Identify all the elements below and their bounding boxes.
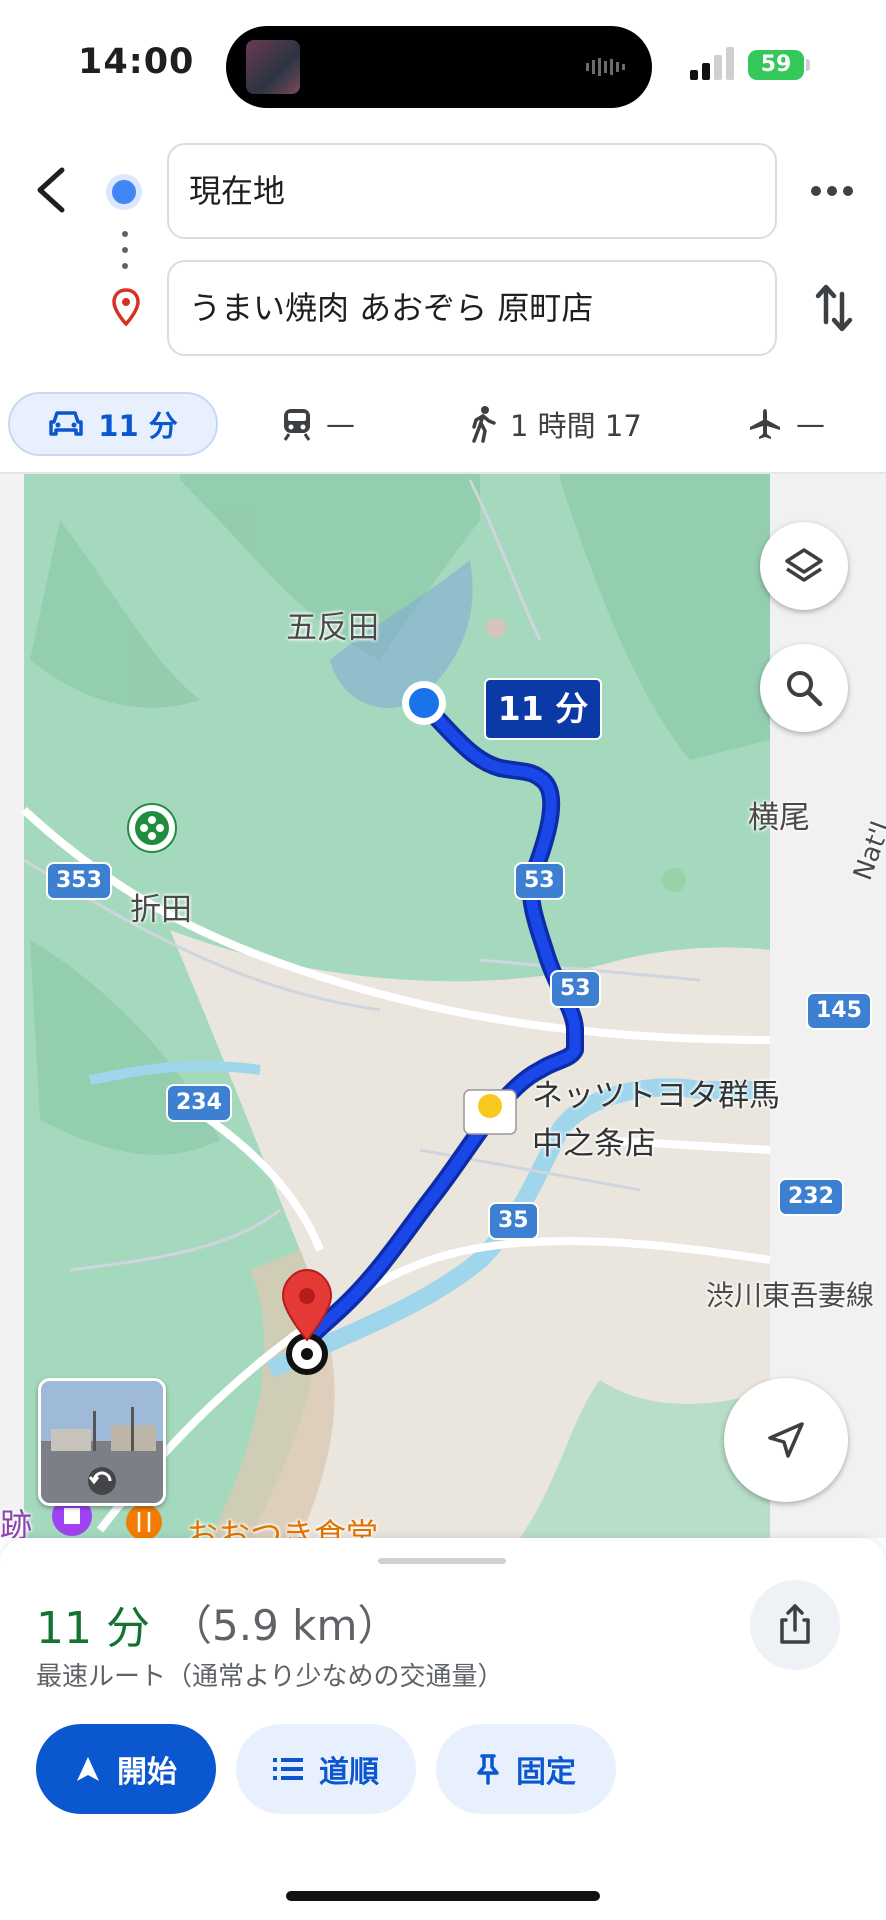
route-distance: （5.9 km） (170, 1601, 400, 1650)
origin-location-icon (112, 180, 136, 204)
place-gotanda[interactable]: 五反田 (286, 602, 379, 647)
airplane-icon (750, 409, 780, 439)
dynamic-island[interactable] (226, 26, 652, 108)
walking-time: 1 時間 17 (510, 409, 642, 443)
directions-steps-button[interactable]: 道順 (236, 1724, 416, 1814)
destination-input[interactable]: うまい焼肉 あおぞら 原町店 (167, 260, 777, 356)
layers-icon (785, 548, 823, 582)
tab-driving[interactable]: 11 分 (8, 392, 218, 456)
back-arrow-icon[interactable] (28, 160, 72, 220)
start-navigation-button[interactable]: 開始 (36, 1724, 216, 1814)
restaurant-otsuki[interactable]: おおつき食堂 (186, 1510, 378, 1538)
navigation-icon (77, 1757, 99, 1781)
route-shield-232: 232 (778, 1178, 844, 1216)
more-options-icon[interactable] (808, 176, 856, 206)
route-shield-145: 145 (806, 992, 872, 1030)
list-icon (273, 1758, 303, 1780)
street-view-image (41, 1381, 163, 1503)
search-icon (787, 671, 823, 707)
battery-indicator: 59 (748, 50, 804, 80)
eta-bubble[interactable]: 11 分 (484, 678, 602, 740)
pin-label: 固定 (516, 1755, 576, 1790)
start-label: 開始 (117, 1755, 177, 1790)
cellular-signal-icon (690, 47, 734, 80)
audio-wave-icon (586, 58, 625, 76)
flight-time: — (796, 407, 825, 441)
place-yokoo[interactable]: 横尾 (748, 792, 810, 837)
navigation-arrow-icon (768, 1422, 804, 1458)
walking-icon (472, 406, 496, 443)
route-shield-234: 234 (166, 1084, 232, 1122)
train-icon (283, 409, 311, 441)
route-shield-353: 353 (46, 862, 112, 900)
route-shield-53a: 53 (514, 862, 565, 900)
tab-transit[interactable]: — (282, 392, 355, 456)
search-along-route-button[interactable] (760, 644, 848, 732)
swap-route-icon[interactable] (814, 282, 854, 334)
route-shield-35: 35 (488, 1202, 539, 1240)
netz-toyota-branch[interactable]: 中之条店 (532, 1118, 656, 1163)
map-view[interactable]: 五反田 折田 横尾 Nat'l ネッツトヨタ群馬 中之条店 渋川東吾妻線 おおつ… (0, 474, 886, 1538)
home-indicator[interactable] (286, 1891, 600, 1901)
current-location-dot (409, 688, 439, 718)
battery-tip (806, 59, 810, 71)
steps-label: 道順 (319, 1755, 379, 1790)
origin-input[interactable]: 現在地 (167, 143, 777, 239)
landmark-ato[interactable]: 跡 (0, 1500, 32, 1538)
share-button[interactable] (750, 1580, 840, 1670)
recenter-button[interactable] (724, 1378, 848, 1502)
route-description: 最速ルート（通常より少なめの交通量） (36, 1662, 504, 1692)
now-playing-thumbnail (246, 40, 300, 94)
route-duration: 11 分 (36, 1603, 150, 1654)
route-shield-53b: 53 (550, 970, 601, 1008)
status-time: 14:00 (78, 42, 195, 82)
road-shibukawa[interactable]: 渋川東吾妻線 (706, 1274, 874, 1314)
route-connector-dots (122, 231, 128, 269)
tab-flight[interactable]: — (748, 392, 825, 456)
pushpin-icon (477, 1754, 499, 1785)
share-icon (780, 1604, 810, 1644)
transit-time: — (326, 407, 355, 441)
driving-time: 11 分 (98, 409, 178, 443)
car-icon (49, 411, 84, 436)
layers-button[interactable] (760, 522, 848, 610)
travel-mode-tabs: 11 分 — 1 時間 17 — (0, 392, 886, 472)
sheet-grabber[interactable] (378, 1558, 506, 1564)
destination-pin-icon (112, 288, 140, 326)
battery-level: 59 (760, 52, 792, 77)
tab-walking[interactable]: 1 時間 17 (470, 392, 642, 456)
place-orita[interactable]: 折田 (130, 884, 192, 929)
pin-route-button[interactable]: 固定 (436, 1724, 616, 1814)
route-summary-sheet[interactable]: 11 分 （5.9 km） 最速ルート（通常より少なめの交通量） 開始 道順 固… (0, 1538, 886, 1920)
street-view-thumbnail[interactable] (38, 1378, 166, 1506)
netz-toyota-name[interactable]: ネッツトヨタ群馬 (532, 1070, 780, 1115)
